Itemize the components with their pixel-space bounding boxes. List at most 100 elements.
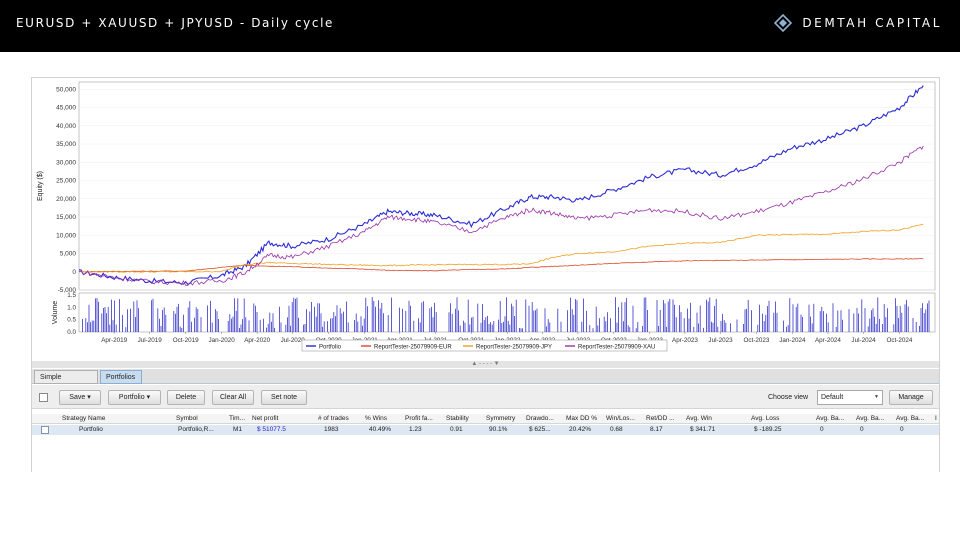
x-tick-label: Apr-2024	[815, 337, 841, 344]
column-header[interactable]: Avg. Loss	[751, 414, 813, 424]
y-tick-label: 25,000	[56, 178, 76, 185]
panel-splitter[interactable]: ▲ - - - - ▼	[32, 361, 939, 368]
x-tick-label: Apr-2019	[101, 337, 127, 344]
column-header[interactable]: Max DD %	[566, 414, 604, 424]
legend-entry: ReportTester-25079909-JPY	[476, 344, 552, 350]
column-header[interactable]: Tim...	[229, 414, 249, 424]
brand: DEMTAH CAPITAL	[774, 14, 942, 32]
table-cell: 20.42%	[569, 426, 592, 433]
choose-view-select[interactable]: Default ▼	[817, 390, 883, 405]
save-button-label: Save	[69, 394, 86, 401]
slide-title: EURUSD + XAUUSD + JPYUSD - Daily cycle	[16, 16, 334, 30]
delete-button[interactable]: Delete	[167, 390, 205, 405]
y-tick-label: 0	[72, 269, 76, 276]
x-tick-label: Apr-2020	[244, 337, 270, 344]
volume-tick-label: 1.0	[67, 304, 76, 311]
select-all-checkbox[interactable]	[39, 393, 48, 402]
x-tick-label: Oct-2023	[744, 337, 770, 344]
table-cell: M1	[233, 426, 243, 433]
column-header[interactable]: Net profit	[252, 414, 314, 424]
table-cell: 0	[860, 426, 864, 433]
column-header[interactable]: Drawdo...	[526, 414, 564, 424]
y-tick-label: 15,000	[56, 214, 76, 221]
y-tick-label: 50,000	[56, 86, 76, 93]
x-tick-label: Jul-2023	[708, 337, 733, 344]
table-cell: 0	[820, 426, 824, 433]
tab-portfolios[interactable]: Portfolios	[100, 370, 142, 384]
equity-chart[interactable]: 50,000 45,000 40,000 35,000 30,000 25,000 20,0…	[32, 78, 939, 361]
brand-name: DEMTAH CAPITAL	[802, 16, 942, 30]
table-header: Strategy Name Symbol Tim... Net profit #…	[32, 414, 939, 424]
dropdown-arrow-icon: ▾	[146, 394, 151, 401]
table-cell: 0.91	[450, 426, 463, 433]
tab-bar: Simple strategies Portfolios	[32, 369, 939, 394]
y-tick-label: 35,000	[56, 141, 76, 148]
table-cell: $ -189.25	[754, 426, 782, 433]
x-tick-label: Jul-2024	[851, 337, 876, 344]
column-header[interactable]: % Wins	[365, 414, 403, 424]
table-cell: 8.17	[650, 426, 663, 433]
portfolio-button[interactable]: Portfolio ▾	[108, 390, 161, 405]
column-header[interactable]: Symbol	[176, 414, 224, 424]
column-header[interactable]: I	[935, 414, 939, 424]
volume-axis-label: Volume	[52, 301, 59, 324]
net-profit-cell: $ 51077.5	[257, 426, 286, 433]
x-tick-label: Jul-2020	[281, 337, 306, 344]
column-header[interactable]: Symmetry	[486, 414, 524, 424]
y-tick-label: 30,000	[56, 159, 76, 166]
table-cell: $ 341.71	[690, 426, 716, 433]
column-header[interactable]: Avg. Ba...	[856, 414, 894, 424]
column-header[interactable]: Avg. Ba...	[896, 414, 934, 424]
table-cell: 1.23	[409, 426, 422, 433]
row-checkbox[interactable]	[41, 426, 49, 434]
tab-simple-strategies[interactable]: Simple strategies	[34, 370, 98, 394]
choose-view-label: Choose view	[768, 394, 809, 401]
save-button[interactable]: Save ▾	[59, 390, 101, 405]
x-tick-label: Oct-2019	[173, 337, 199, 344]
volume-tick-label: 0.0	[67, 329, 76, 336]
x-tick-label: Oct-2024	[886, 337, 912, 344]
slide-header: EURUSD + XAUUSD + JPYUSD - Daily cycle D…	[0, 0, 960, 52]
table-empty-area	[32, 436, 939, 472]
legend-entry: ReportTester-25079909-XAU	[578, 344, 655, 350]
application-window: 50,000 45,000 40,000 35,000 30,000 25,000 20,0…	[31, 77, 940, 472]
y-tick-label: 40,000	[56, 123, 76, 130]
y-tick-label: 5,000	[60, 251, 77, 258]
choose-view-value: Default	[821, 394, 844, 401]
column-header[interactable]: Win/Los...	[606, 414, 644, 424]
y-axis-label: Equity ($)	[37, 171, 44, 201]
set-note-button[interactable]: Set note	[261, 390, 307, 405]
volume-tick-label: 1.5	[67, 292, 76, 299]
toolbar: Save ▾ Portfolio ▾ Delete Clear All Set …	[32, 385, 939, 409]
column-header[interactable]: Stability	[446, 414, 482, 424]
legend-entry: Portfolio	[319, 344, 342, 350]
x-tick-label: Jan-2024	[779, 337, 806, 344]
table-cell: $ 625...	[529, 426, 551, 433]
volume-tick-label: 0.5	[67, 317, 76, 324]
column-header[interactable]: # of trades	[318, 414, 364, 424]
x-tick-label: Apr-2023	[672, 337, 698, 344]
table-cell: Portfolio	[79, 426, 103, 433]
y-tick-label: 10,000	[56, 232, 76, 239]
y-tick-label: 20,000	[56, 196, 76, 203]
plot-area	[78, 81, 936, 291]
column-header[interactable]: Avg. Ba...	[816, 414, 854, 424]
dropdown-arrow-icon: ▾	[87, 394, 91, 401]
clear-all-button[interactable]: Clear All	[212, 390, 254, 405]
table-row[interactable]: Portfolio Portfolio,R... M1 $ 51077.5 19…	[32, 425, 939, 435]
x-tick-label: Jan-2020	[208, 337, 235, 344]
column-header[interactable]: Strategy Name	[62, 414, 138, 424]
table-cell: 1983	[324, 426, 339, 433]
dropdown-arrow-icon: ▼	[874, 394, 879, 400]
table-cell: 90.1%	[489, 426, 508, 433]
y-tick-label: 45,000	[56, 105, 76, 112]
diamond-logo-icon	[774, 14, 793, 32]
portfolio-button-label: Portfolio	[118, 394, 145, 401]
legend-entry: ReportTester-25079909-EUR	[374, 344, 452, 350]
column-header[interactable]: Avg. Win	[686, 414, 748, 424]
table-cell: 0	[900, 426, 904, 433]
x-tick-label: Jul-2019	[138, 337, 163, 344]
column-header[interactable]: Ret/DD ...	[646, 414, 684, 424]
column-header[interactable]: Profit fa...	[405, 414, 443, 424]
manage-button[interactable]: Manage	[889, 390, 933, 405]
